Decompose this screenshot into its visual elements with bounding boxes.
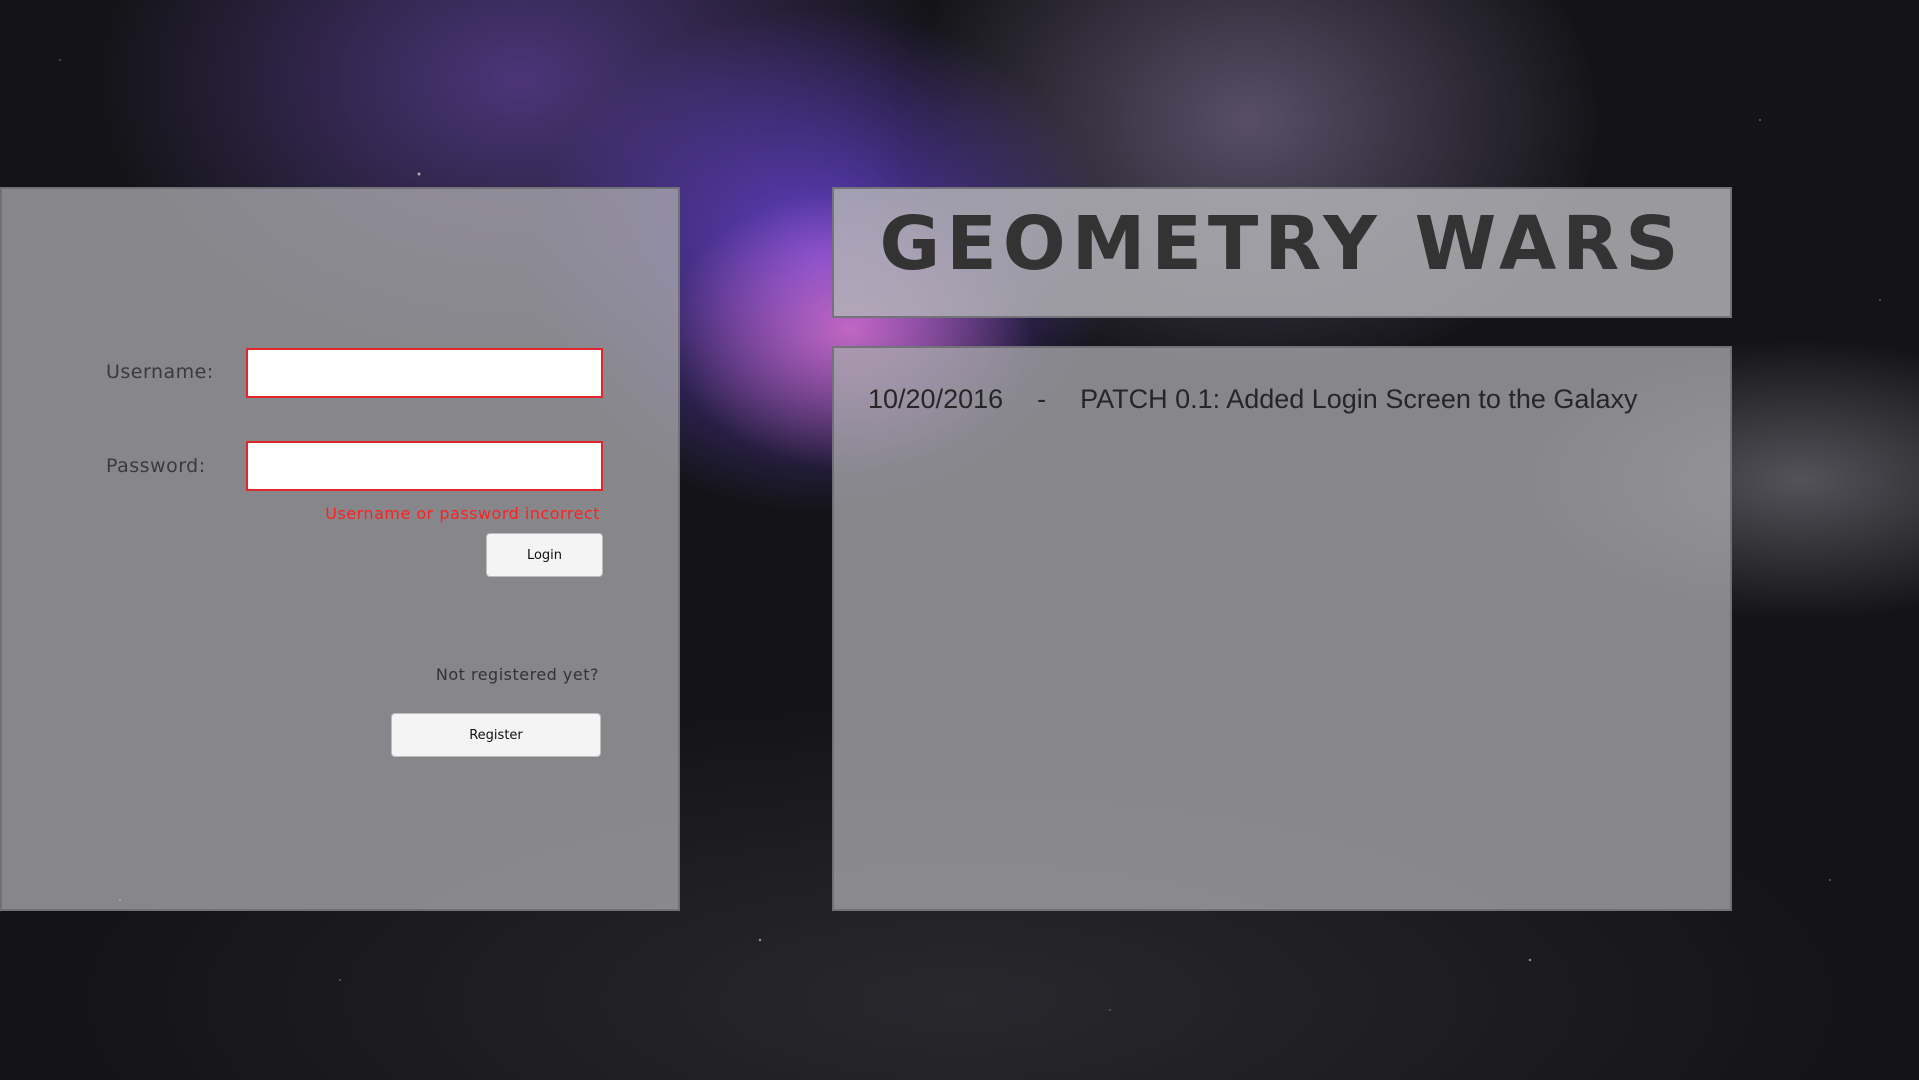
username-label: Username: [106,361,214,383]
login-error-message: Username or password incorrect [325,504,600,523]
not-registered-text: Not registered yet? [435,665,599,684]
game-title: GEOMETRY WARS [879,201,1685,287]
news-separator: - [1037,384,1047,414]
username-input[interactable] [246,348,603,398]
login-panel: Username: Password: Username or password… [0,187,680,911]
password-input[interactable] [246,441,603,491]
title-panel: GEOMETRY WARS [832,187,1732,318]
news-item: 10/20/2016 - PATCH 0.1: Added Login Screen… [868,384,1637,415]
news-text: PATCH 0.1: Added Login Screen to the Gal… [1080,384,1638,414]
password-label: Password: [106,455,206,477]
register-button[interactable]: Register [391,713,601,757]
news-date: 10/20/2016 [868,384,1004,414]
login-button[interactable]: Login [486,533,603,577]
news-panel: 10/20/2016 - PATCH 0.1: Added Login Screen… [832,346,1732,911]
